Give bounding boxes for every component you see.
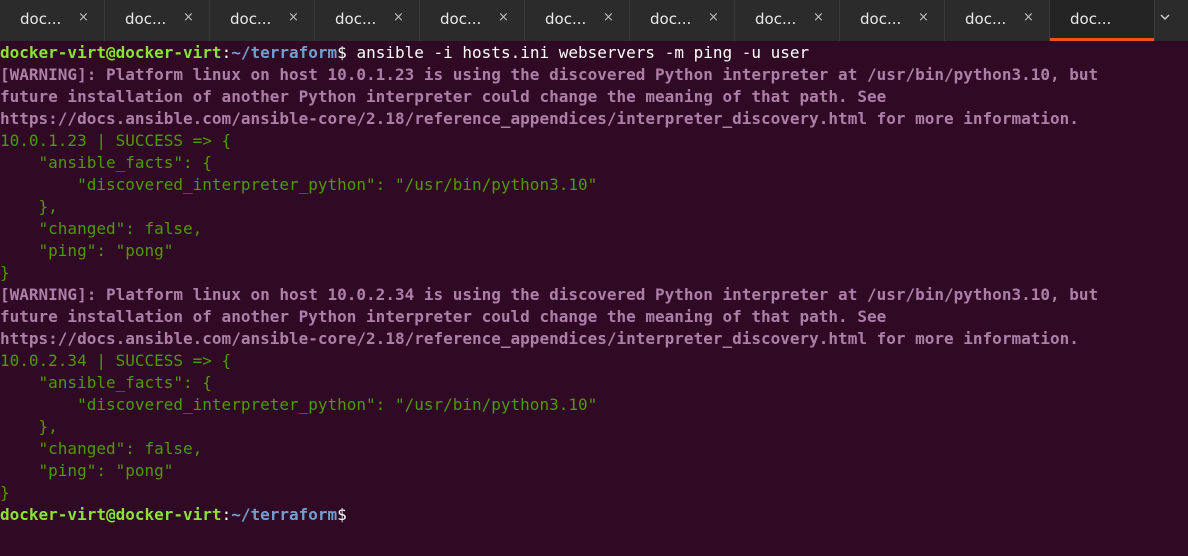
close-icon[interactable]: ×: [603, 10, 614, 25]
tab-label: doc...: [860, 10, 902, 28]
tab-1[interactable]: doc... ×: [0, 0, 105, 41]
tab-label: doc...: [545, 10, 587, 28]
tab-label: doc...: [20, 10, 62, 28]
close-icon[interactable]: ×: [393, 10, 404, 25]
output-line: "changed": false,: [0, 439, 203, 458]
prompt-path: ~/terraform: [231, 505, 338, 524]
output-line: },: [0, 417, 58, 436]
output-line: },: [0, 197, 58, 216]
output-line: }: [0, 483, 10, 502]
close-icon[interactable]: ×: [918, 10, 929, 25]
prompt-dollar: $: [337, 43, 347, 62]
warning-line: https://docs.ansible.com/ansible-core/2.…: [0, 109, 1079, 128]
tab-label: doc...: [1070, 10, 1112, 28]
output-line: "discovered_interpreter_python": "/usr/b…: [0, 395, 598, 414]
output-line: 10.0.2.34 | SUCCESS => {: [0, 351, 232, 370]
tab-bar: doc... × doc... × doc... × doc... × doc.…: [0, 0, 1188, 41]
tab-4[interactable]: doc... ×: [315, 0, 420, 41]
prompt-colon: :: [221, 505, 232, 524]
chevron-down-icon[interactable]: [1160, 10, 1188, 24]
close-icon[interactable]: ×: [708, 10, 719, 25]
prompt-dollar: $: [337, 505, 347, 524]
tab-7[interactable]: doc... ×: [630, 0, 735, 41]
prompt-line: docker-virt@docker-virt:~/terraform$ ans…: [0, 42, 1188, 64]
tab-label: doc...: [755, 10, 797, 28]
warning-line: [WARNING]: Platform linux on host 10.0.1…: [0, 65, 1099, 84]
output-line: "ansible_facts": {: [0, 153, 212, 172]
warning-line: [WARNING]: Platform linux on host 10.0.2…: [0, 285, 1099, 304]
output-line: 10.0.1.23 | SUCCESS => {: [0, 131, 232, 150]
tab-8[interactable]: doc... ×: [735, 0, 840, 41]
tab-label: doc...: [650, 10, 692, 28]
close-icon[interactable]: ×: [288, 10, 299, 25]
tab-label: doc...: [125, 10, 167, 28]
tab-3[interactable]: doc... ×: [210, 0, 315, 41]
close-icon[interactable]: ×: [498, 10, 509, 25]
tab-label: doc...: [965, 10, 1007, 28]
tab-label: doc...: [440, 10, 482, 28]
warning-line: future installation of another Python in…: [0, 307, 887, 326]
output-line: "discovered_interpreter_python": "/usr/b…: [0, 175, 598, 194]
tab-6[interactable]: doc... ×: [525, 0, 630, 41]
output-line: "ansible_facts": {: [0, 373, 212, 392]
output-line: }: [0, 263, 10, 282]
tab-11-active[interactable]: doc...: [1050, 0, 1155, 41]
terminal-output[interactable]: docker-virt@docker-virt:~/terraform$ ans…: [0, 42, 1188, 556]
tab-9[interactable]: doc... ×: [840, 0, 945, 41]
tab-5[interactable]: doc... ×: [420, 0, 525, 41]
prompt-path: ~/terraform: [231, 43, 338, 62]
tab-10[interactable]: doc... ×: [945, 0, 1050, 41]
close-icon[interactable]: ×: [78, 10, 89, 25]
output-line: "ping": "pong": [0, 241, 174, 260]
output-line: "ping": "pong": [0, 461, 174, 480]
prompt-user: docker-virt@docker-virt: [0, 43, 222, 62]
prompt-line[interactable]: docker-virt@docker-virt:~/terraform$: [0, 504, 1188, 526]
prompt-user: docker-virt@docker-virt: [0, 505, 222, 524]
close-icon[interactable]: ×: [1023, 10, 1034, 25]
prompt-colon: :: [221, 43, 232, 62]
warning-line: https://docs.ansible.com/ansible-core/2.…: [0, 329, 1079, 348]
close-icon[interactable]: ×: [813, 10, 824, 25]
tab-2[interactable]: doc... ×: [105, 0, 210, 41]
output-line: "changed": false,: [0, 219, 203, 238]
warning-line: future installation of another Python in…: [0, 87, 887, 106]
tab-label: doc...: [230, 10, 272, 28]
command-text: ansible -i hosts.ini webservers -m ping …: [346, 43, 810, 62]
close-icon[interactable]: ×: [183, 10, 194, 25]
tab-label: doc...: [335, 10, 377, 28]
